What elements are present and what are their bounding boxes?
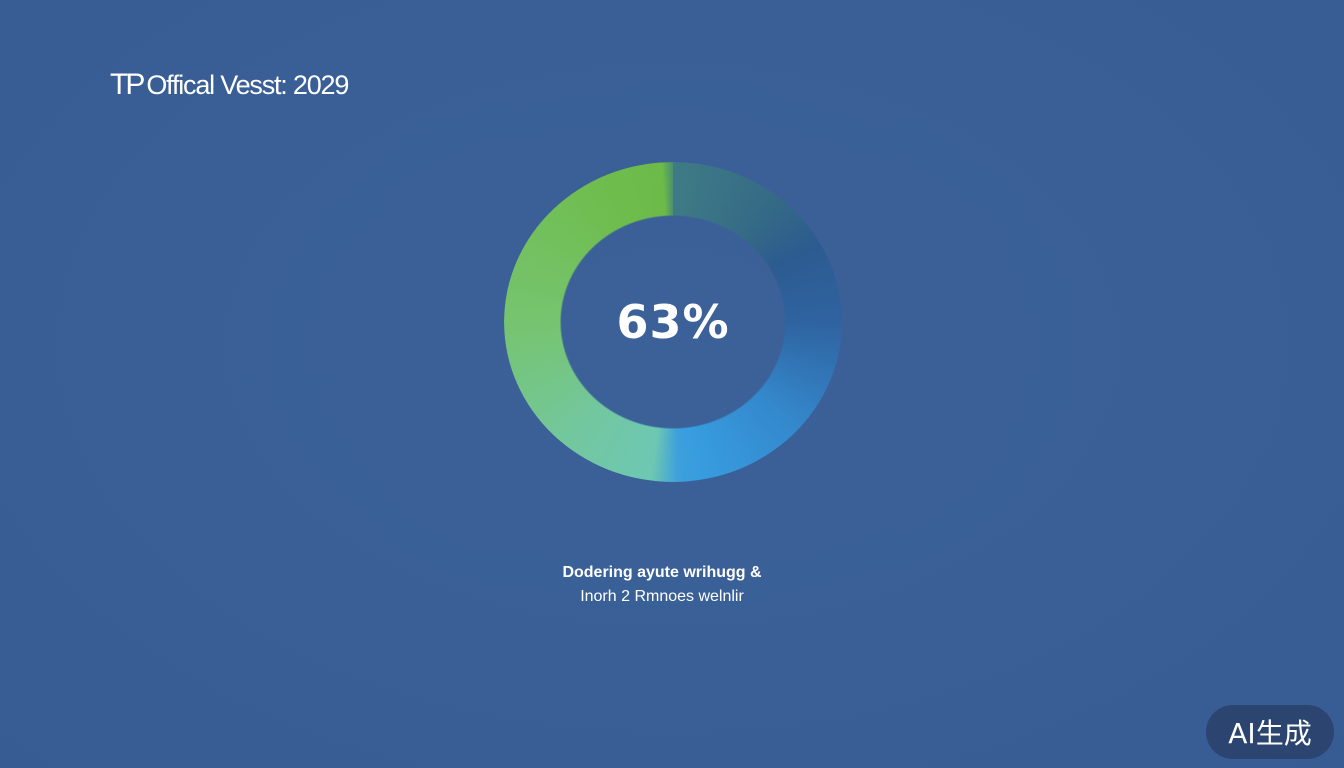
status-caption: Dodering ayute wrihugg & Inorh 2 Rmnoes … <box>472 561 852 609</box>
progress-percentage: 63% <box>616 295 730 349</box>
brand-title: TP Offical Vesst: 2029 <box>110 68 349 102</box>
brand-title-text: Offical Vesst: 2029 <box>146 70 349 100</box>
brand-logo-mark: TP <box>110 68 145 101</box>
status-caption-line-2: Inorh 2 Rmnoes welnlir <box>580 588 744 605</box>
ai-generated-badge: AI生成 <box>1206 705 1334 759</box>
status-caption-line-1: Dodering ayute wrihugg & <box>562 564 762 581</box>
progress-ring: 63% <box>504 162 842 482</box>
